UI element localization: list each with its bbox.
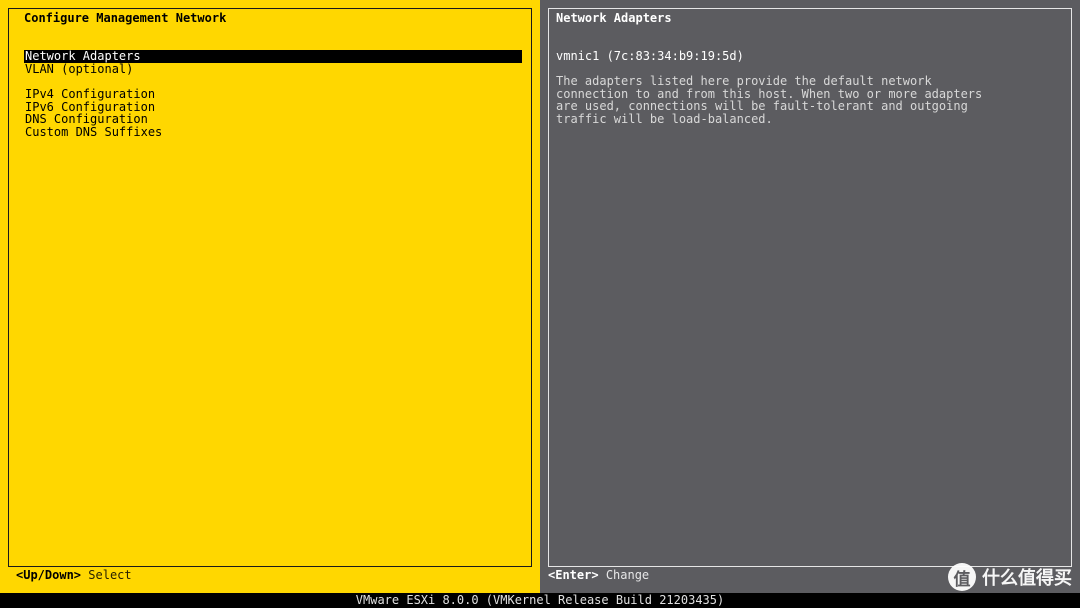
menu-item-ipv4-configuration[interactable]: IPv4 Configuration: [24, 88, 522, 101]
right-panel: Network Adapters vmnic1 (7c:83:34:b9:19:…: [540, 0, 1080, 593]
description-line: The adapters listed here provide the def…: [556, 74, 932, 88]
right-key-hint: <Enter> Change: [548, 569, 649, 582]
adapter-description: The adapters listed here provide the def…: [556, 75, 1071, 126]
watermark: 值 什么值得买: [948, 563, 1072, 591]
hint-key-enter: <Enter>: [548, 568, 599, 582]
left-key-hint: <Up/Down> Select: [16, 569, 132, 582]
left-panel: Configure Management Network Network Ada…: [0, 0, 540, 593]
hint-key-updown: <Up/Down>: [16, 568, 82, 582]
hint-action-change: Change: [605, 568, 650, 582]
config-menu: Network Adapters VLAN (optional) IPv4 Co…: [24, 50, 522, 139]
watermark-text: 什么值得买: [982, 568, 1072, 589]
watermark-logo-icon: 值: [948, 563, 976, 591]
left-panel-title: Configure Management Network: [22, 11, 229, 25]
hint-action-select: Select: [88, 568, 132, 582]
description-line: traffic will be load-balanced.: [556, 112, 773, 127]
adapter-entry: vmnic1 (7c:83:34:b9:19:5d): [556, 49, 744, 63]
menu-item-network-adapters[interactable]: Network Adapters: [24, 50, 522, 63]
menu-item-vlan[interactable]: VLAN (optional): [24, 62, 522, 76]
right-panel-title: Network Adapters: [554, 11, 674, 25]
menu-item-custom-dns-suffixes[interactable]: Custom DNS Suffixes: [24, 126, 522, 139]
status-footer: VMware ESXi 8.0.0 (VMKernel Release Buil…: [0, 593, 1080, 608]
